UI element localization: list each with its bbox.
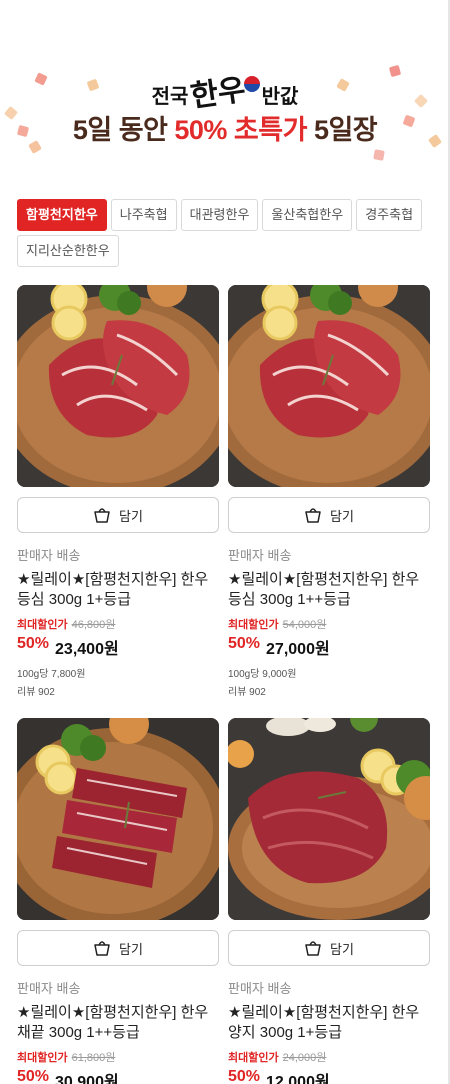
filter-chip-daegwallyeong[interactable]: 대관령한우	[180, 199, 259, 231]
original-price: 46,800원	[71, 619, 116, 631]
original-price: 24,000원	[282, 1052, 327, 1064]
add-to-cart-button[interactable]: 담기	[228, 930, 430, 966]
seller-shipping: 판매자 배송	[228, 981, 292, 996]
logo-prefix: 전국	[151, 83, 189, 108]
filter-chip-gyeongju[interactable]: 경주축협	[356, 199, 423, 231]
max-discount-label: 최대할인가	[228, 1052, 279, 1064]
seller-shipping: 판매자 배송	[17, 548, 81, 563]
review-count: 리뷰 902	[17, 687, 55, 698]
filter-chip-jirisan[interactable]: 지리산순한한우	[17, 235, 119, 267]
filter-chip-naju[interactable]: 나주축협	[110, 199, 177, 231]
add-to-cart-label: 담기	[330, 941, 354, 957]
product-image[interactable]	[228, 285, 430, 487]
sale-price: 23,400원	[55, 641, 119, 658]
shopping-bag-icon	[94, 508, 110, 523]
product-title[interactable]: ★릴레이★[함평천지한우] 한우 등심 300g 1+등급	[17, 570, 219, 610]
brand-filter-chips: 함평천지한우 나주축협 대관령한우 울산축협한우 경주축협 지리산순한한우	[17, 199, 437, 267]
sale-price: 30,900원	[55, 1074, 119, 1084]
discount-rate: 50%	[228, 635, 261, 652]
product-title[interactable]: ★릴레이★[함평천지한우] 한우 양지 300g 1+등급	[228, 1003, 430, 1043]
promo-banner: 전국 한우 반값 5일 동안 50% 초특가 5일장	[0, 0, 450, 180]
original-price: 54,000원	[282, 619, 327, 631]
add-to-cart-button[interactable]: 담기	[17, 930, 219, 966]
unit-price: 100g당 7,800원	[17, 669, 86, 680]
add-to-cart-button[interactable]: 담기	[17, 497, 219, 533]
add-to-cart-button[interactable]: 담기	[228, 497, 430, 533]
shopping-bag-icon	[305, 508, 321, 523]
product-card[interactable]: 담기 판매자 배송 ★릴레이★[함평천지한우] 한우 등심 300g 1++등급…	[228, 285, 430, 698]
add-to-cart-label: 담기	[119, 508, 143, 524]
review-count: 리뷰 902	[228, 687, 266, 698]
filter-chip-ulsan[interactable]: 울산축협한우	[262, 199, 353, 231]
sale-price: 27,000원	[266, 641, 330, 658]
product-title[interactable]: ★릴레이★[함평천지한우] 한우 채끝 300g 1++등급	[17, 1003, 219, 1043]
shopping-bag-icon	[94, 941, 110, 956]
confetti-decoration	[373, 149, 385, 161]
product-image[interactable]	[17, 718, 219, 920]
original-price: 61,800원	[71, 1052, 116, 1064]
headline-part: 5일장	[306, 115, 378, 145]
unit-price: 100g당 9,000원	[228, 669, 297, 680]
max-discount-label: 최대할인가	[17, 619, 68, 631]
shopping-bag-icon	[305, 941, 321, 956]
product-image[interactable]	[228, 718, 430, 920]
discount-rate: 50%	[228, 1068, 261, 1084]
max-discount-label: 최대할인가	[228, 619, 279, 631]
add-to-cart-label: 담기	[119, 941, 143, 957]
max-discount-label: 최대할인가	[17, 1052, 68, 1064]
product-title[interactable]: ★릴레이★[함평천지한우] 한우 등심 300g 1++등급	[228, 570, 430, 610]
product-card[interactable]: 담기 판매자 배송 ★릴레이★[함평천지한우] 한우 등심 300g 1+등급 …	[17, 285, 219, 698]
promo-headline: 5일 동안 50% 초특가 5일장	[0, 108, 450, 147]
headline-highlight: 50% 초특가	[174, 115, 307, 145]
headline-part: 5일 동안	[72, 115, 175, 145]
add-to-cart-label: 담기	[330, 508, 354, 524]
sale-price: 12,000원	[266, 1074, 330, 1084]
discount-rate: 50%	[17, 1068, 50, 1084]
product-image[interactable]	[17, 285, 219, 487]
product-card[interactable]: 담기 판매자 배송 ★릴레이★[함평천지한우] 한우 채끝 300g 1++등급…	[17, 718, 219, 1084]
seller-shipping: 판매자 배송	[228, 548, 292, 563]
taegeuk-icon	[243, 76, 260, 92]
seller-shipping: 판매자 배송	[17, 981, 81, 996]
filter-chip-hampyeong[interactable]: 함평천지한우	[17, 199, 107, 231]
logo-suffix: 반값	[261, 83, 299, 108]
discount-rate: 50%	[17, 635, 50, 652]
product-card[interactable]: 담기 판매자 배송 ★릴레이★[함평천지한우] 한우 양지 300g 1+등급 …	[228, 718, 430, 1084]
